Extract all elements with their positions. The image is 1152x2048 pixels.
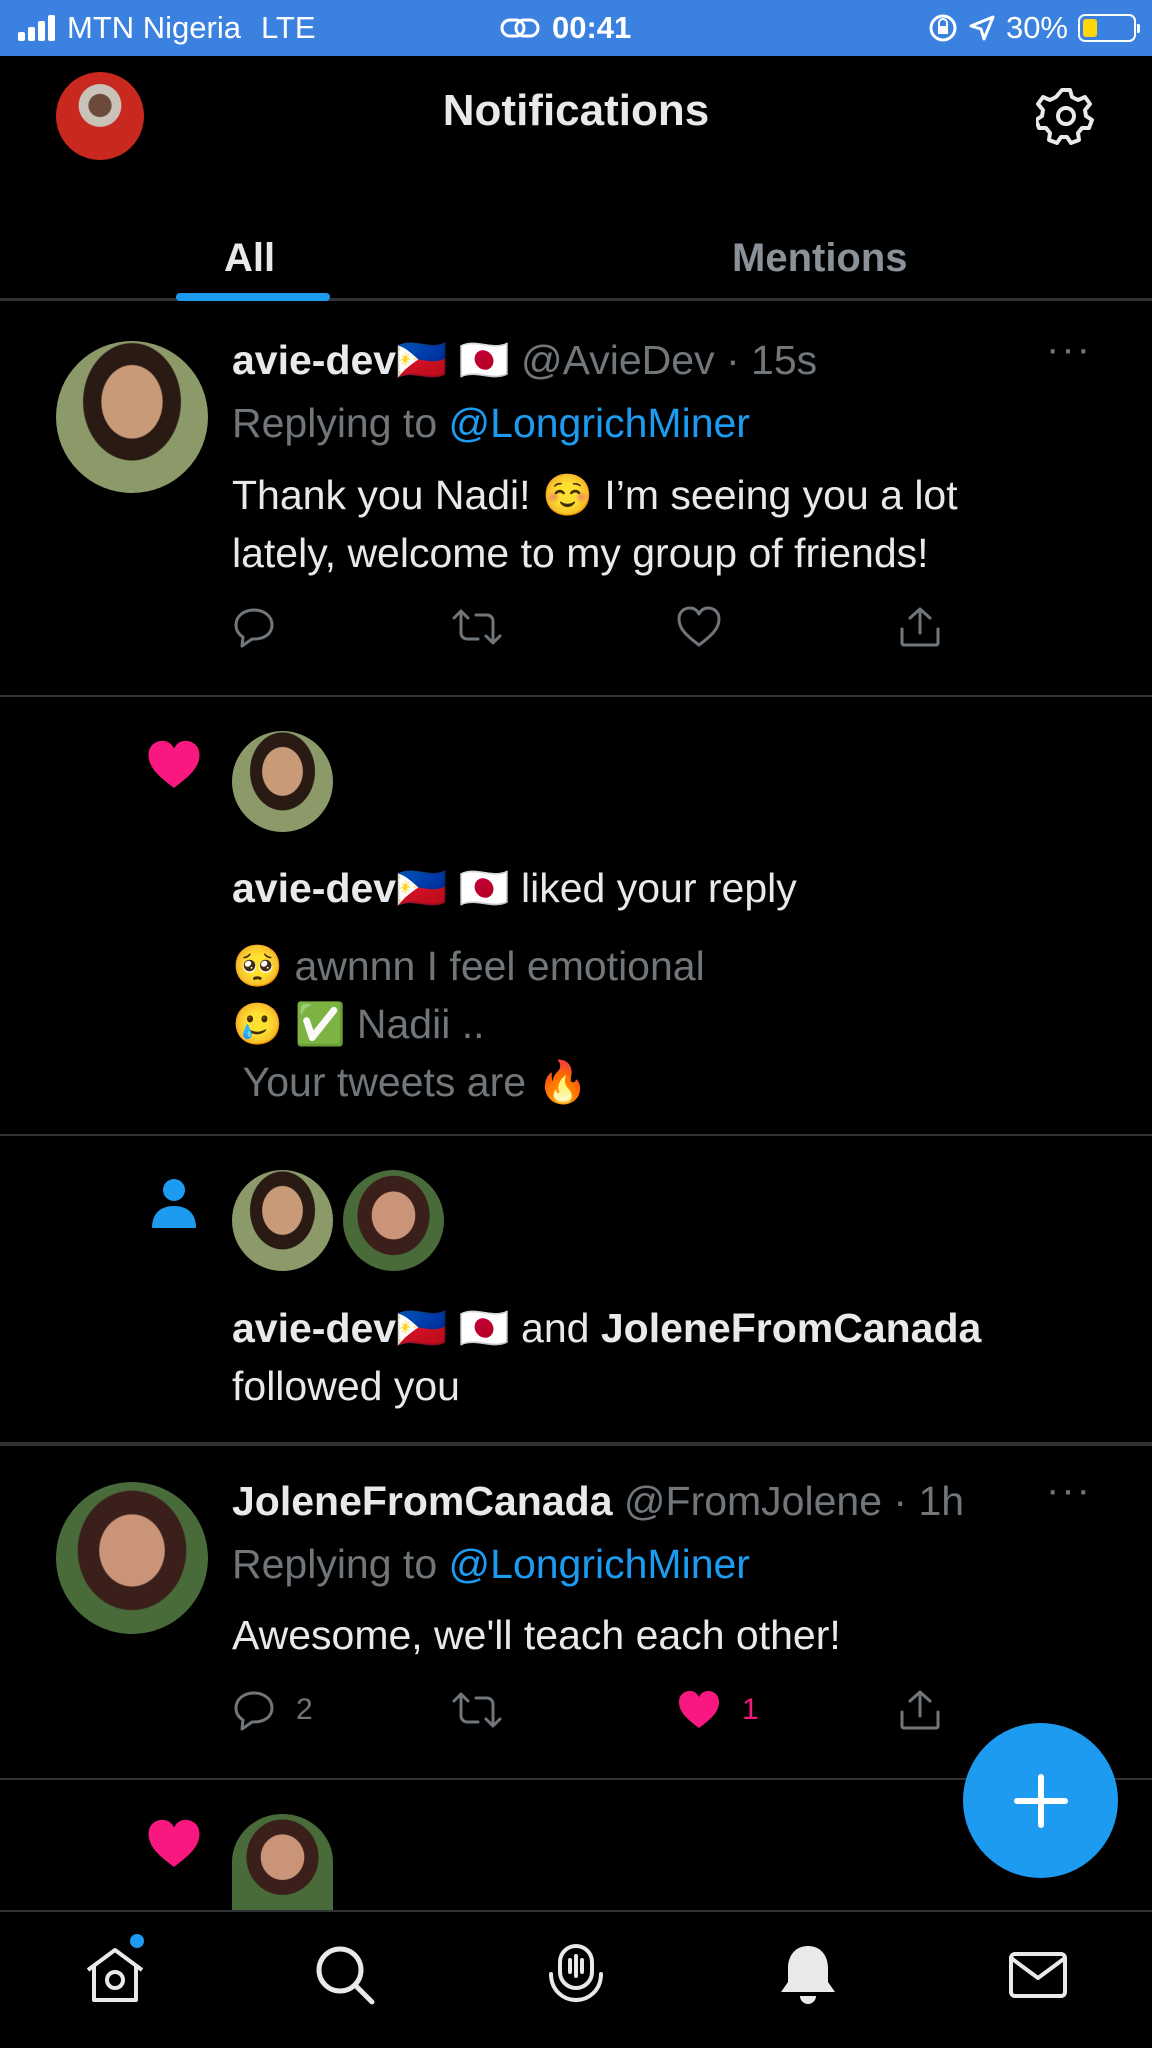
orientation-lock-icon	[929, 14, 957, 42]
quoted-text-line: 🥲 ✅ Nadii ..	[232, 1001, 485, 1047]
display-name[interactable]: avie-dev	[232, 1305, 396, 1351]
share-button[interactable]	[898, 1688, 942, 1732]
notification-reply[interactable]: avie-dev🇵🇭 🇯🇵 @AvieDev · 15s ··· Replyin…	[0, 301, 1152, 697]
quoted-text-line: Your tweets are 🔥	[232, 1059, 589, 1105]
avatar[interactable]	[232, 731, 333, 832]
retweet-button[interactable]	[450, 605, 504, 649]
heart-icon	[679, 1691, 719, 1728]
settings-gear-icon[interactable]	[1036, 86, 1096, 146]
retweet-icon	[452, 609, 502, 645]
notification-dot	[130, 1934, 144, 1948]
mention-link[interactable]: @LongrichMiner	[449, 1541, 750, 1587]
avatar[interactable]	[343, 1170, 444, 1271]
tweet-text-line: lately, welcome to my group of friends!	[232, 530, 929, 576]
bottom-navigation	[0, 1910, 1152, 2048]
avatar[interactable]	[56, 341, 208, 493]
location-icon	[969, 15, 995, 41]
share-icon	[900, 1690, 940, 1730]
person-icon	[152, 1179, 196, 1228]
mail-icon[interactable]	[1005, 1942, 1071, 2008]
mention-link[interactable]: @LongrichMiner	[449, 400, 750, 446]
retweet-icon	[452, 1692, 502, 1728]
heart-icon	[148, 740, 200, 788]
share-button[interactable]	[898, 605, 942, 649]
battery-percent: 30%	[1005, 10, 1068, 45]
tweet-text-line: Awesome, we'll teach each other!	[232, 1612, 841, 1658]
reply-icon	[234, 608, 274, 648]
quoted-text-line: 🥺 awnnn I feel emotional	[232, 943, 705, 989]
status-left: MTN Nigeria LTE	[18, 0, 316, 56]
clock: 00:41	[552, 10, 632, 45]
replying-prefix: Replying to	[232, 1541, 438, 1587]
reply-button[interactable]: 2	[232, 1688, 313, 1732]
carrier-name: MTN Nigeria	[67, 10, 241, 45]
spaces-icon[interactable]	[543, 1942, 609, 2008]
more-options-icon[interactable]: ···	[1046, 1468, 1092, 1513]
status-right: 30%	[928, 0, 1140, 56]
status-bar: MTN Nigeria LTE 00:41 30%	[0, 0, 1152, 56]
reply-button[interactable]	[232, 605, 276, 649]
tweet-header: avie-dev🇵🇭 🇯🇵 @AvieDev · 15s	[232, 331, 817, 389]
search-icon[interactable]	[312, 1942, 378, 2008]
retweet-button[interactable]	[450, 1688, 504, 1732]
like-count: 1	[742, 1693, 759, 1726]
reply-count: 2	[296, 1693, 313, 1726]
replying-prefix: Replying to	[232, 400, 438, 446]
status-center: 00:41	[500, 0, 631, 56]
tweet-actions: 2 1	[232, 1688, 952, 1738]
flag-emojis: 🇵🇭 🇯🇵	[396, 337, 510, 383]
connector-text: and	[521, 1305, 590, 1351]
flag-emojis: 🇵🇭 🇯🇵	[396, 865, 510, 911]
tab-mentions[interactable]: Mentions	[732, 236, 908, 281]
tab-all[interactable]: All	[224, 236, 275, 281]
like-button[interactable]	[676, 605, 722, 649]
display-name[interactable]: avie-dev	[232, 865, 396, 911]
heart-icon	[677, 606, 721, 647]
compose-tweet-button[interactable]	[963, 1723, 1118, 1878]
more-options-icon[interactable]: ···	[1046, 327, 1092, 372]
tweet-header: JoleneFromCanada @FromJolene · 1h	[232, 1472, 964, 1530]
avatar[interactable]	[232, 1170, 333, 1271]
action-text: liked your reply	[521, 865, 797, 911]
plus-icon	[1013, 1773, 1068, 1828]
battery-fill	[1083, 19, 1098, 37]
page-title: Notifications	[442, 86, 710, 135]
network-type: LTE	[260, 10, 316, 45]
notification-like[interactable]: avie-dev🇵🇭 🇯🇵 liked your reply 🥺 awnnn I…	[0, 697, 1152, 1136]
header: Notifications All Mentions	[0, 56, 1152, 301]
notification-reply[interactable]: JoleneFromCanada @FromJolene · 1h ··· Re…	[0, 1446, 1152, 1780]
replying-to: Replying to @LongrichMiner	[232, 394, 750, 452]
notification-text: avie-dev🇵🇭 🇯🇵 and JoleneFromCanada	[232, 1299, 981, 1357]
display-name[interactable]: avie-dev	[232, 337, 396, 383]
timestamp: · 1h	[893, 1478, 965, 1524]
action-text: followed you	[232, 1363, 460, 1409]
display-name[interactable]: JoleneFromCanada	[232, 1478, 613, 1524]
handle[interactable]: @FromJolene	[624, 1478, 882, 1524]
timestamp: · 15s	[725, 337, 818, 383]
avatar[interactable]	[56, 1482, 208, 1634]
like-button[interactable]: 1	[676, 1688, 759, 1732]
battery-icon	[1078, 14, 1140, 42]
active-tab-indicator	[176, 293, 330, 301]
notification-text: avie-dev🇵🇭 🇯🇵 liked your reply	[232, 859, 797, 917]
replying-to: Replying to @LongrichMiner	[232, 1535, 750, 1593]
notification-follow[interactable]: avie-dev🇵🇭 🇯🇵 and JoleneFromCanada follo…	[0, 1136, 1152, 1446]
tweet-actions	[232, 605, 952, 655]
tweet-text-line: Thank you Nadi! ☺️ I’m seeing you a lot	[232, 472, 958, 518]
share-icon	[900, 607, 940, 647]
display-name[interactable]: JoleneFromCanada	[601, 1305, 982, 1351]
tab-bar: All Mentions	[0, 206, 1152, 301]
bell-icon[interactable]	[775, 1942, 841, 2008]
avatar[interactable]	[232, 1814, 333, 1910]
home-icon[interactable]	[82, 1942, 148, 2008]
heart-icon	[148, 1819, 200, 1867]
flag-emojis: 🇵🇭 🇯🇵	[396, 1305, 510, 1351]
handle[interactable]: @AvieDev	[521, 337, 715, 383]
link-icon	[500, 18, 540, 38]
signal-strength-icon	[18, 15, 55, 41]
reply-icon	[234, 1691, 274, 1731]
